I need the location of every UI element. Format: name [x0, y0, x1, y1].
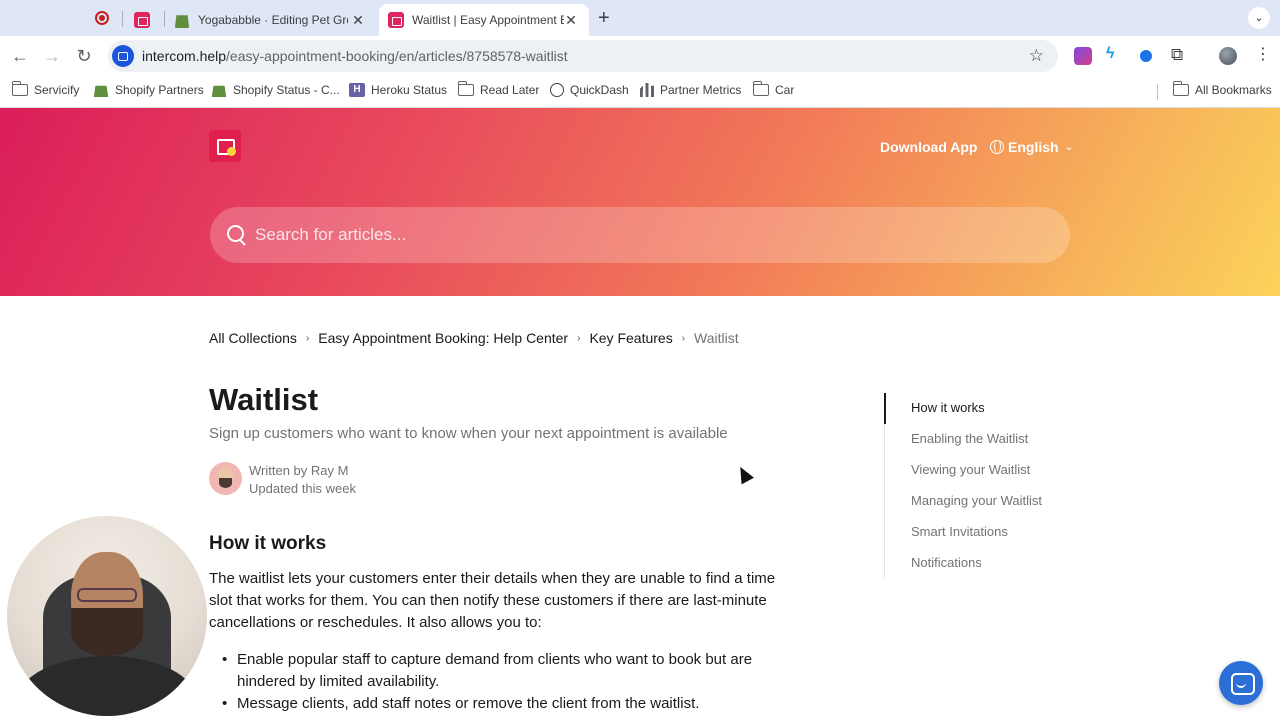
tab-pinned-appointment[interactable]: [134, 4, 156, 36]
forward-arrow-icon[interactable]: →: [41, 45, 63, 67]
tab-separator: [164, 11, 165, 27]
shopify-icon: [211, 85, 227, 97]
tab-yogababble[interactable]: Yogababble · Editing Pet Groo ✕: [166, 4, 376, 36]
webcam-beard: [71, 608, 143, 656]
bookmark-partner-metrics[interactable]: Partner Metrics: [640, 83, 741, 97]
bookmark-star-icon[interactable]: ☆: [1029, 46, 1044, 66]
back-arrow-icon[interactable]: ←: [9, 45, 31, 67]
webcam-glasses: [77, 588, 137, 602]
bookmark-shopify-status[interactable]: Shopify Status - C...: [211, 83, 340, 97]
globe-icon: [990, 140, 1004, 154]
breadcrumb: All Collections › Easy Appointment Booki…: [209, 330, 739, 346]
mouse-cursor-icon: [734, 463, 754, 485]
tab-search-button[interactable]: ⌄: [1248, 7, 1270, 29]
language-selector[interactable]: English ⌄: [990, 139, 1073, 155]
tab-title: Yogababble · Editing Pet Groo: [198, 13, 348, 27]
profile-avatar[interactable]: [1219, 47, 1237, 65]
bookmark-heroku-status[interactable]: H Heroku Status: [349, 83, 447, 97]
browser-toolbar: ← → ↻ intercom.help/easy-appointment-boo…: [0, 36, 1280, 76]
folder-icon: [1172, 81, 1189, 96]
author-name: Written by Ray M: [249, 463, 349, 478]
bookmark-shopify-partners[interactable]: Shopify Partners: [93, 83, 204, 97]
extension-icon[interactable]: ϟ: [1106, 45, 1124, 63]
appointment-app-icon: [388, 12, 404, 28]
breadcrumb-key-features[interactable]: Key Features: [589, 330, 672, 346]
new-tab-button[interactable]: +: [598, 8, 610, 28]
toc-active-indicator: [884, 393, 886, 424]
appointment-app-icon: [134, 12, 150, 28]
browser-menu-icon[interactable]: ⋮: [1255, 45, 1271, 65]
extension-icon[interactable]: [1140, 50, 1152, 62]
recording-icon[interactable]: [95, 11, 109, 25]
folder-icon: [752, 81, 769, 96]
folder-icon: [457, 81, 474, 96]
article-title: Waitlist: [209, 382, 319, 417]
bookmark-quickdash[interactable]: QuickDash: [550, 83, 629, 97]
webcam-overlay: [7, 516, 207, 716]
folder-icon: [11, 81, 28, 96]
table-of-contents: How it works Enabling the Waitlist Viewi…: [884, 393, 1084, 579]
breadcrumb-help-center[interactable]: Easy Appointment Booking: Help Center: [318, 330, 568, 346]
chevron-right-icon: ›: [305, 332, 310, 344]
browser-tab-strip: Yogababble · Editing Pet Groo ✕ Waitlist…: [0, 0, 1280, 36]
toc-item-notifications[interactable]: Notifications: [911, 555, 982, 570]
bookmarks-bar: Servicify Shopify Partners Shopify Statu…: [0, 76, 1280, 108]
article-subtitle: Sign up customers who want to know when …: [209, 425, 728, 442]
url-text: intercom.help/easy-appointment-booking/e…: [142, 48, 568, 64]
chevron-down-icon: ⌄: [1064, 141, 1073, 153]
chart-icon: [640, 83, 654, 97]
close-tab-icon[interactable]: ✕: [563, 12, 579, 28]
toc-item-managing[interactable]: Managing your Waitlist: [911, 493, 1042, 508]
section-heading-how-it-works: How it works: [209, 533, 327, 554]
breadcrumb-all-collections[interactable]: All Collections: [209, 330, 297, 346]
tab-title: Waitlist | Easy Appointment B: [412, 13, 564, 27]
globe-icon: [550, 83, 564, 97]
chat-launcher-icon[interactable]: [1219, 661, 1263, 705]
toc-item-how-it-works[interactable]: How it works: [911, 400, 985, 415]
shopify-icon: [93, 85, 109, 97]
heroku-icon: H: [349, 83, 365, 97]
site-info-icon[interactable]: [112, 45, 134, 67]
help-center-hero: Download App English ⌄: [0, 108, 1280, 296]
chevron-right-icon: ›: [681, 332, 686, 344]
toc-item-enabling[interactable]: Enabling the Waitlist: [911, 431, 1028, 446]
article-bullet-list: Enable popular staff to capture demand f…: [222, 649, 782, 715]
search-input[interactable]: [255, 225, 1015, 245]
all-bookmarks[interactable]: All Bookmarks: [1172, 81, 1272, 97]
extensions-puzzle-icon[interactable]: ⧉: [1171, 45, 1189, 64]
language-label: English: [1008, 139, 1059, 155]
article-paragraph: The waitlist lets your customers enter t…: [209, 570, 776, 631]
reload-icon[interactable]: ↻: [73, 45, 95, 67]
toc-item-smart-invitations[interactable]: Smart Invitations: [911, 524, 1008, 539]
list-item: Message clients, add staff notes or remo…: [222, 693, 782, 715]
extension-icon[interactable]: [1074, 47, 1092, 65]
close-tab-icon[interactable]: ✕: [350, 12, 366, 28]
bookmark-read-later[interactable]: Read Later: [457, 81, 539, 97]
download-app-link[interactable]: Download App: [880, 139, 977, 155]
search-icon: [227, 225, 247, 245]
list-item: Enable popular staff to capture demand f…: [222, 649, 782, 693]
tab-separator: [122, 11, 123, 27]
bookmark-car[interactable]: Car: [752, 81, 794, 97]
article-search-bar[interactable]: [210, 207, 1070, 263]
author-avatar: [209, 462, 242, 495]
breadcrumb-current: Waitlist: [694, 330, 739, 346]
tab-waitlist[interactable]: Waitlist | Easy Appointment B ✕: [379, 4, 589, 36]
app-logo[interactable]: [209, 130, 241, 162]
toc-item-viewing[interactable]: Viewing your Waitlist: [911, 462, 1030, 477]
updated-date: Updated this week: [249, 481, 356, 496]
bookmarks-divider: [1157, 84, 1158, 100]
address-bar[interactable]: intercom.help/easy-appointment-booking/e…: [108, 40, 1058, 72]
bookmark-servicify[interactable]: Servicify: [11, 81, 79, 97]
shopify-icon: [174, 15, 190, 28]
chevron-right-icon: ›: [577, 332, 581, 344]
